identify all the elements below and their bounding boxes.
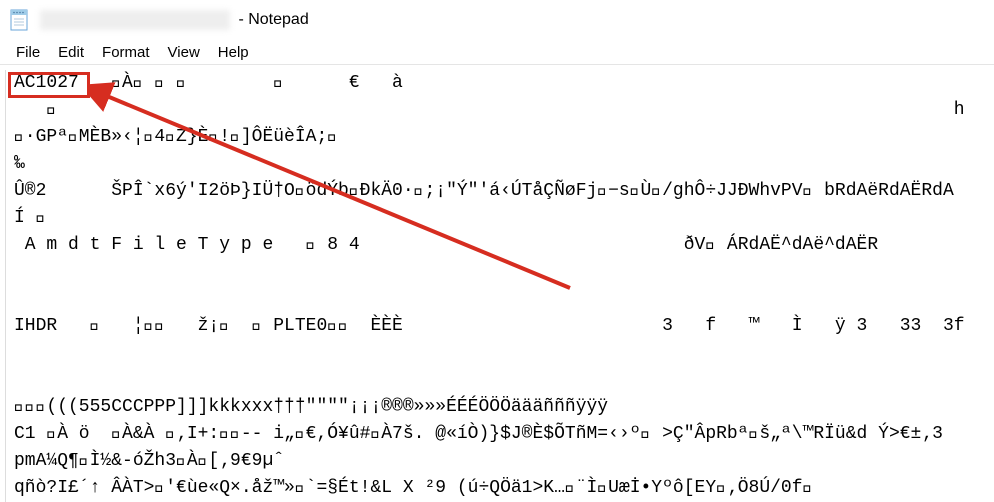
notepad-icon (8, 8, 32, 32)
filename-blurred (40, 10, 230, 30)
text-left-border (5, 70, 6, 502)
menu-format[interactable]: Format (94, 42, 158, 63)
menubar: File Edit Format View Help (0, 40, 994, 64)
menu-file[interactable]: File (8, 42, 48, 63)
menubar-divider (0, 64, 994, 65)
menu-view[interactable]: View (160, 42, 208, 63)
notepad-window: - Notepad File Edit Format View Help AC1… (0, 0, 994, 502)
titlebar[interactable]: - Notepad (0, 0, 994, 40)
window-title: - Notepad (40, 10, 309, 30)
menu-edit[interactable]: Edit (50, 42, 92, 63)
menu-help[interactable]: Help (210, 42, 257, 63)
text-area[interactable]: AC1027 ￿À￿ ￿ ￿ ￿ € à ￿ h ￿·GPª￿MÈB»‹¦￿4￿… (10, 68, 994, 502)
